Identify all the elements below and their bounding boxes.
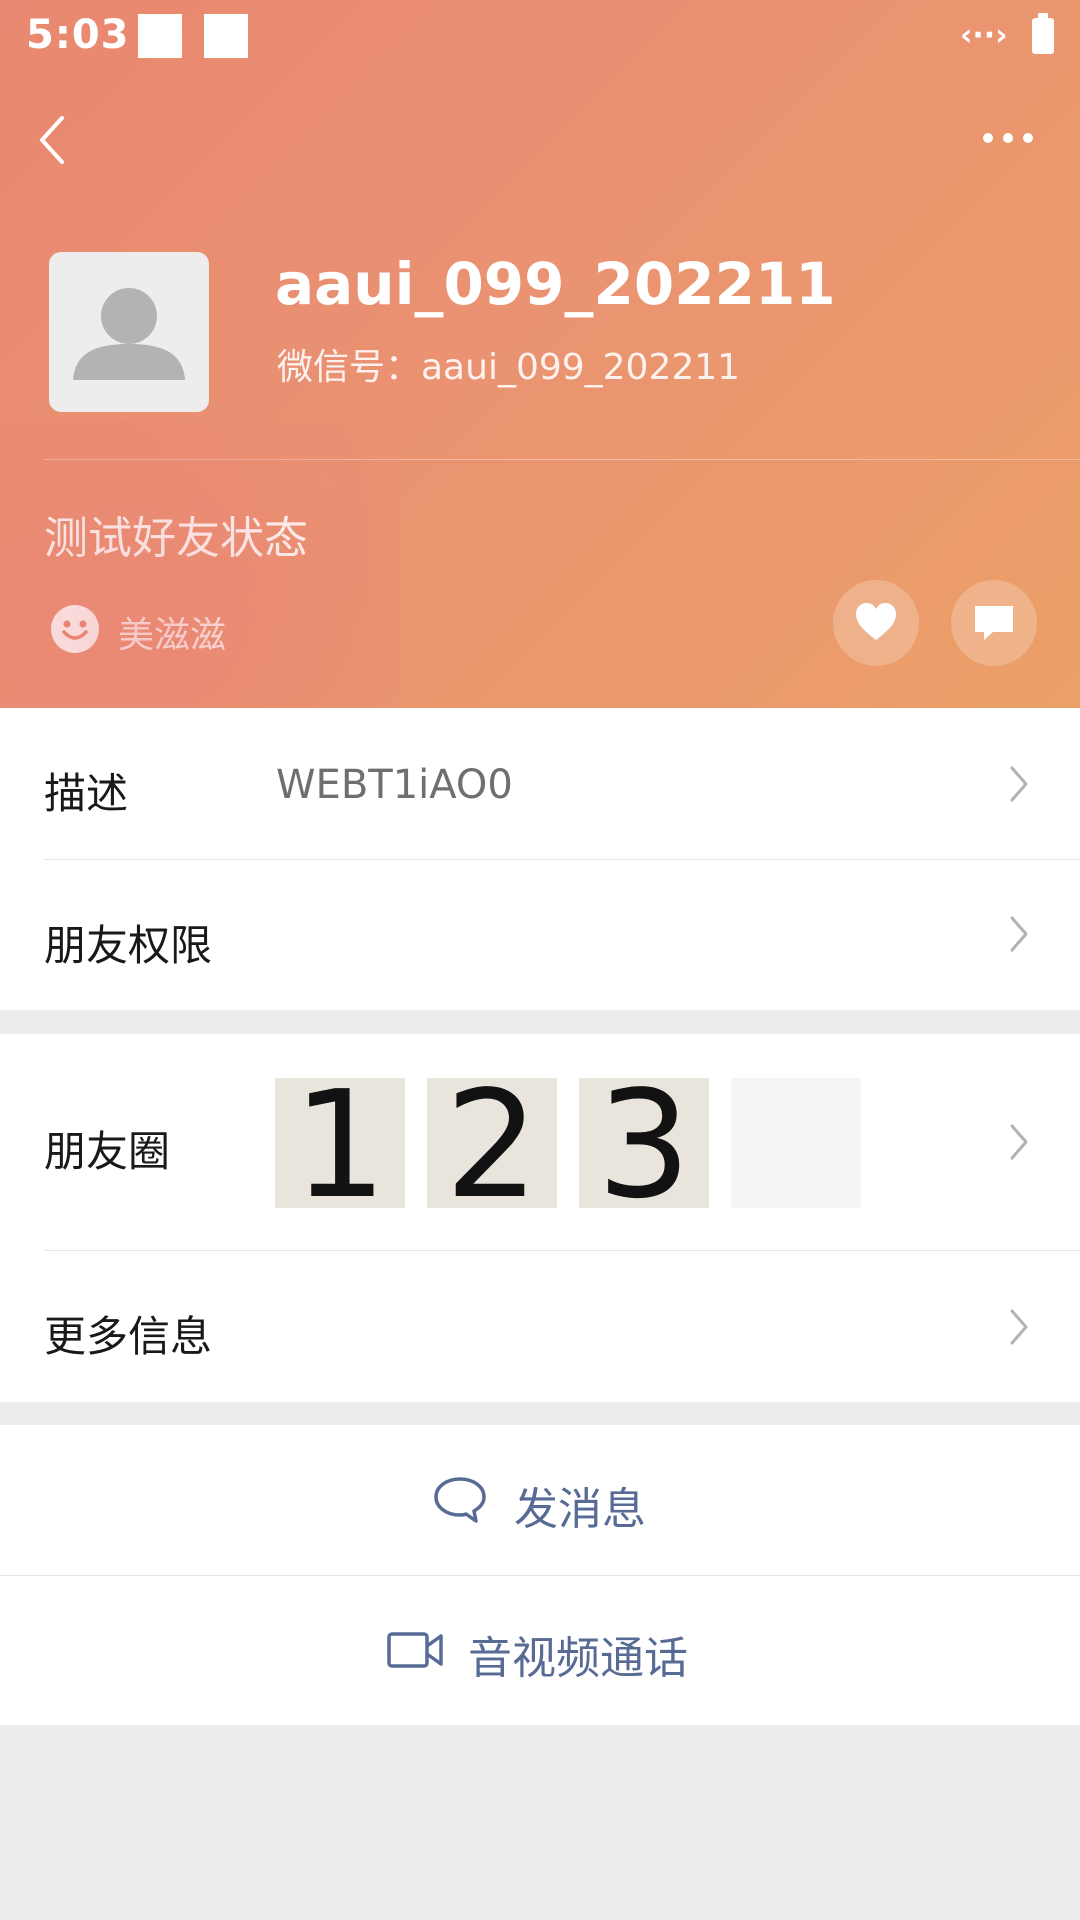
friend-permissions-label: 朋友权限: [44, 921, 213, 970]
video-camera-icon: [387, 1632, 443, 1668]
profile-header: 5:03 ‹··› aaui_099_202211 微信号：aaui_099_2…: [0, 0, 1080, 708]
network-icon: ‹··›: [960, 18, 1008, 53]
description-value: WEBT1iAO0: [276, 762, 513, 808]
more-icon: [983, 133, 1033, 143]
description-label: 描述: [44, 769, 129, 818]
wechat-id: 微信号：aaui_099_202211: [277, 347, 741, 388]
moments-thumbnail: 3: [579, 1078, 709, 1208]
friend-status: 测试好友状态: [44, 513, 308, 564]
chevron-right-icon: [1010, 1124, 1028, 1160]
thumbnail-digit: 2: [444, 1078, 540, 1208]
chevron-right-icon: [1010, 766, 1028, 802]
thumbnail-digit: 3: [596, 1078, 692, 1208]
battery-icon: [1032, 13, 1054, 54]
thumbnail-digit: 1: [292, 1078, 388, 1208]
avatar-placeholder-icon: [73, 288, 185, 380]
comment-button[interactable]: [951, 580, 1037, 666]
moments-thumbnail: 1: [275, 1078, 405, 1208]
moments-label: 朋友圈: [44, 1127, 171, 1176]
back-icon: [40, 116, 64, 164]
send-message-button[interactable]: 发消息: [0, 1425, 1080, 1575]
avatar[interactable]: [49, 252, 209, 412]
smile-icon: [51, 605, 99, 653]
notification-icon: [138, 14, 182, 58]
chevron-right-icon: [1010, 916, 1028, 952]
notification-icon: [204, 14, 248, 58]
more-info-row[interactable]: 更多信息: [0, 1251, 1080, 1402]
like-button[interactable]: [833, 580, 919, 666]
status-bar: 5:03 ‹··›: [0, 0, 1080, 76]
status-time: 5:03: [26, 12, 130, 58]
header-divider: [44, 459, 1080, 460]
send-message-label: 发消息: [514, 1484, 646, 1535]
friend-permissions-row[interactable]: 朋友权限: [0, 860, 1080, 1010]
more-button[interactable]: [978, 118, 1038, 158]
chat-bubble-icon: [434, 1477, 486, 1523]
comment-icon: [975, 606, 1013, 640]
back-button[interactable]: [30, 110, 80, 170]
info-section: 描述 WEBT1iAO0 朋友权限: [0, 708, 1080, 1010]
profile-name: aaui_099_202211: [275, 250, 836, 318]
video-call-label: 音视频通话: [468, 1633, 688, 1684]
moments-thumbnail: 2: [427, 1078, 557, 1208]
heart-icon: [856, 603, 896, 640]
chevron-right-icon: [1010, 1309, 1028, 1345]
moments-thumbnail: [731, 1078, 861, 1208]
mood-label: 美滋滋: [118, 615, 227, 656]
description-row[interactable]: 描述 WEBT1iAO0: [0, 708, 1080, 858]
more-info-label: 更多信息: [44, 1312, 213, 1361]
video-call-button[interactable]: 音视频通话: [0, 1576, 1080, 1725]
